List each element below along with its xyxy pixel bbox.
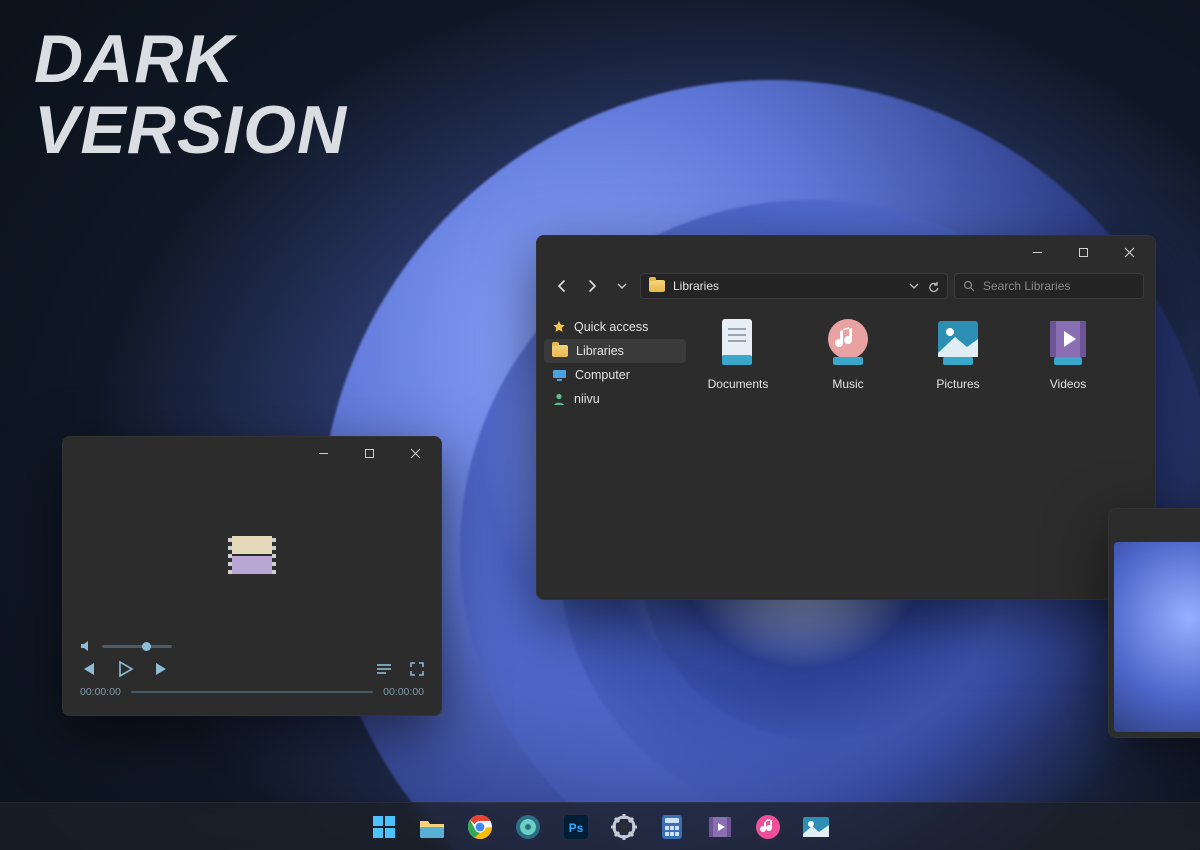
media-player-window[interactable]: 00:00:00 00:00:00 bbox=[62, 436, 442, 716]
library-item-label: Music bbox=[808, 377, 888, 391]
taskbar-chrome[interactable] bbox=[462, 809, 498, 845]
sidebar-item-label: niivu bbox=[574, 392, 600, 406]
explorer-address-row: Libraries Search Libraries bbox=[536, 269, 1156, 307]
documents-icon bbox=[710, 315, 766, 371]
caption-line-2: VERSION bbox=[34, 95, 347, 166]
folder-icon bbox=[552, 345, 568, 357]
time-remaining: 00:00:00 bbox=[383, 686, 424, 698]
explorer-content: Documents Music Pictures Videos bbox=[694, 307, 1156, 598]
library-item-label: Documents bbox=[698, 377, 778, 391]
fullscreen-button[interactable] bbox=[410, 662, 424, 676]
promo-caption: DARK VERSION bbox=[34, 24, 347, 165]
image-preview bbox=[1114, 542, 1200, 732]
minimize-button[interactable] bbox=[300, 438, 346, 468]
folder-icon bbox=[649, 280, 665, 292]
player-controls: 00:00:00 00:00:00 bbox=[62, 640, 442, 710]
nav-back-button[interactable] bbox=[550, 274, 574, 298]
nav-forward-button[interactable] bbox=[580, 274, 604, 298]
star-icon bbox=[552, 320, 566, 334]
search-input[interactable]: Search Libraries bbox=[954, 273, 1144, 299]
svg-text:Ps: Ps bbox=[569, 821, 584, 835]
videos-icon bbox=[1040, 315, 1096, 371]
sidebar-item-label: Computer bbox=[575, 368, 630, 382]
viewer-titlebar[interactable] bbox=[1108, 508, 1200, 542]
close-button[interactable] bbox=[1106, 237, 1152, 267]
taskbar-calculator[interactable] bbox=[654, 809, 690, 845]
maximize-button[interactable] bbox=[346, 438, 392, 468]
library-item-label: Videos bbox=[1028, 377, 1108, 391]
volume-icon[interactable] bbox=[80, 640, 94, 652]
sidebar-item-user[interactable]: niivu bbox=[544, 387, 686, 411]
caption-line-1: DARK bbox=[34, 24, 347, 95]
taskbar-photoshop[interactable]: Ps bbox=[558, 809, 594, 845]
pictures-icon bbox=[930, 315, 986, 371]
seek-slider[interactable] bbox=[131, 691, 373, 693]
explorer-sidebar: Quick access Libraries Computer niivu bbox=[536, 307, 694, 598]
search-placeholder: Search Libraries bbox=[983, 279, 1070, 293]
chevron-down-icon[interactable] bbox=[909, 281, 919, 291]
address-bar[interactable]: Libraries bbox=[640, 273, 948, 299]
search-icon bbox=[963, 280, 975, 292]
minimize-button[interactable] bbox=[1014, 237, 1060, 267]
sidebar-item-computer[interactable]: Computer bbox=[544, 363, 686, 387]
library-item-pictures[interactable]: Pictures bbox=[918, 315, 998, 391]
time-elapsed: 00:00:00 bbox=[80, 686, 121, 698]
music-icon bbox=[820, 315, 876, 371]
sidebar-item-label: Libraries bbox=[576, 344, 624, 358]
sidebar-item-libraries[interactable]: Libraries bbox=[544, 339, 686, 363]
player-titlebar[interactable] bbox=[62, 436, 442, 470]
taskbar-itunes[interactable] bbox=[750, 809, 786, 845]
taskbar-settings[interactable] bbox=[606, 809, 642, 845]
file-explorer-window[interactable]: Libraries Search Libraries Quick access … bbox=[536, 235, 1156, 600]
taskbar[interactable]: Ps bbox=[0, 802, 1200, 850]
user-icon bbox=[552, 392, 566, 406]
taskbar-photos[interactable] bbox=[798, 809, 834, 845]
taskbar-start-button[interactable] bbox=[366, 809, 402, 845]
volume-slider[interactable] bbox=[102, 645, 172, 648]
prev-button[interactable] bbox=[80, 662, 96, 676]
next-button[interactable] bbox=[154, 662, 170, 676]
taskbar-media[interactable] bbox=[510, 809, 546, 845]
sidebar-item-quick-access[interactable]: Quick access bbox=[544, 315, 686, 339]
library-item-label: Pictures bbox=[918, 377, 998, 391]
image-viewer-window[interactable] bbox=[1108, 508, 1200, 738]
taskbar-explorer[interactable] bbox=[414, 809, 450, 845]
address-text: Libraries bbox=[673, 279, 719, 293]
player-stage bbox=[62, 470, 442, 640]
close-button[interactable] bbox=[392, 438, 438, 468]
library-item-videos[interactable]: Videos bbox=[1028, 315, 1108, 391]
refresh-icon[interactable] bbox=[927, 280, 939, 292]
library-item-documents[interactable]: Documents bbox=[698, 315, 778, 391]
maximize-button[interactable] bbox=[1060, 237, 1106, 267]
nav-recent-button[interactable] bbox=[610, 274, 634, 298]
explorer-titlebar[interactable] bbox=[536, 235, 1156, 269]
monitor-icon bbox=[552, 369, 567, 382]
play-button[interactable] bbox=[116, 660, 134, 678]
film-icon bbox=[228, 534, 276, 576]
taskbar-videos[interactable] bbox=[702, 809, 738, 845]
sidebar-item-label: Quick access bbox=[574, 320, 648, 334]
playlist-button[interactable] bbox=[376, 663, 392, 675]
library-item-music[interactable]: Music bbox=[808, 315, 888, 391]
